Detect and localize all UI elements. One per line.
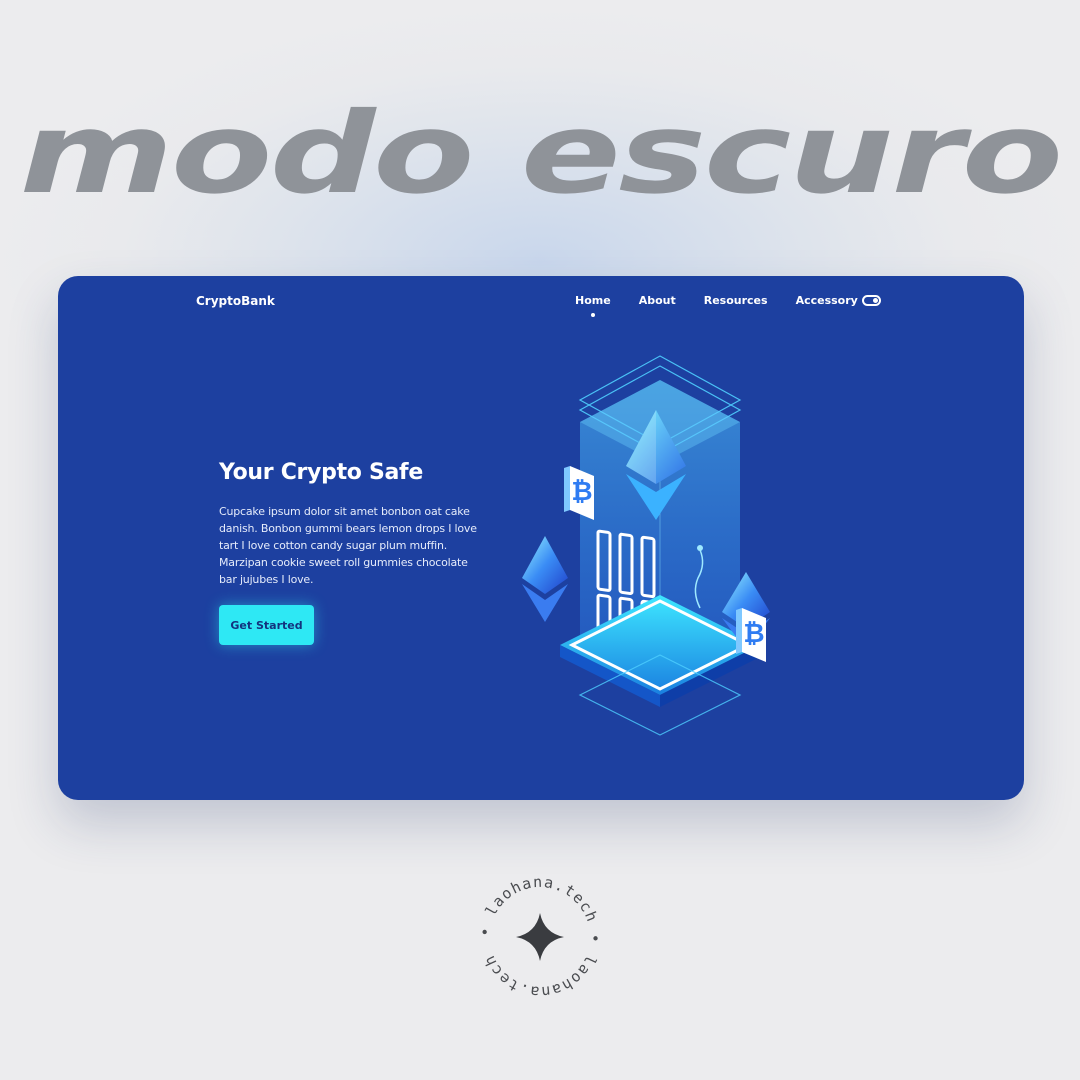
hero-description: Cupcake ipsum dolor sit amet bonbon oat … — [219, 505, 477, 586]
nav-resources[interactable]: Resources — [704, 294, 768, 307]
headline: modo escuro — [19, 89, 1063, 219]
crypto-vault-illustration: ₿ ₿ — [522, 355, 770, 736]
main-nav: Home About Resources Accessory — [575, 294, 858, 317]
app-window: CryptoBank Home About Resources Accessor… — [58, 276, 1024, 800]
svg-text:₿: ₿ — [743, 619, 764, 649]
four-point-star-icon — [516, 913, 564, 961]
svg-text:₿: ₿ — [571, 477, 592, 507]
nav-about[interactable]: About — [639, 294, 676, 307]
hero-title: Your Crypto Safe — [219, 460, 423, 485]
nav-accessory[interactable]: Accessory — [796, 294, 858, 307]
nav-home[interactable]: Home — [575, 294, 611, 317]
theme-toggle-icon[interactable] — [862, 295, 881, 306]
get-started-button[interactable]: Get Started — [219, 605, 314, 645]
crystal-left-icon — [522, 536, 568, 622]
brand-logo[interactable]: CryptoBank — [196, 294, 275, 308]
laohana-stamp: • laohana.tech • laohana.tech — [476, 873, 603, 1001]
